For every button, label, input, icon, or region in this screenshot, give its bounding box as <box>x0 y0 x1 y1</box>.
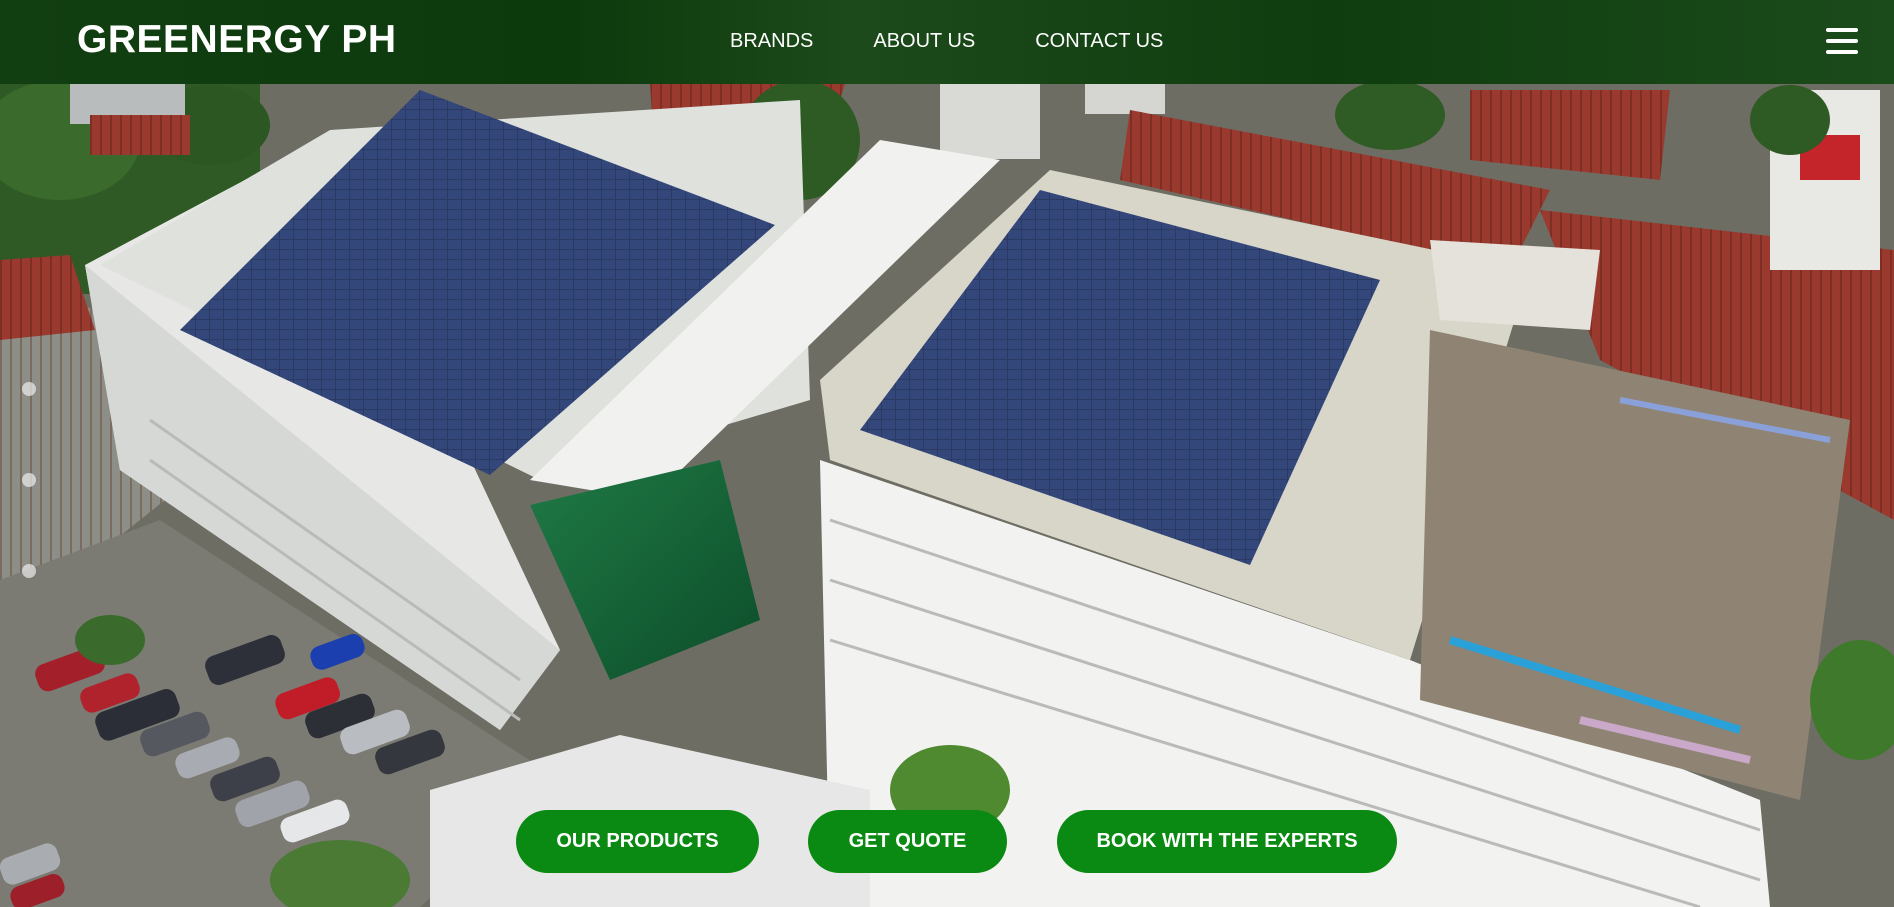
carousel-dot-2[interactable] <box>22 473 36 487</box>
get-quote-button[interactable]: GET QUOTE <box>808 810 1007 873</box>
hamburger-menu-icon[interactable] <box>1826 28 1858 56</box>
main-nav: BRANDS ABOUT US CONTACT US <box>730 30 1163 53</box>
nav-link-contact-us[interactable]: CONTACT US <box>1035 30 1163 53</box>
our-products-button[interactable]: OUR PRODUCTS <box>516 810 759 873</box>
nav-link-about-us[interactable]: ABOUT US <box>873 30 975 53</box>
carousel-dot-3[interactable] <box>22 564 36 578</box>
hero-background <box>0 0 1894 907</box>
carousel-dot-1[interactable] <box>22 382 36 396</box>
nav-link-brands[interactable]: BRANDS <box>730 30 813 53</box>
hero-aerial-photo <box>0 0 1894 907</box>
book-with-experts-button[interactable]: BOOK WITH THE EXPERTS <box>1057 810 1397 873</box>
brand-logo[interactable]: GREENERGY PH <box>77 18 397 62</box>
top-navbar: GREENERGY PH BRANDS ABOUT US CONTACT US <box>0 0 1894 84</box>
carousel-indicators <box>22 382 36 655</box>
